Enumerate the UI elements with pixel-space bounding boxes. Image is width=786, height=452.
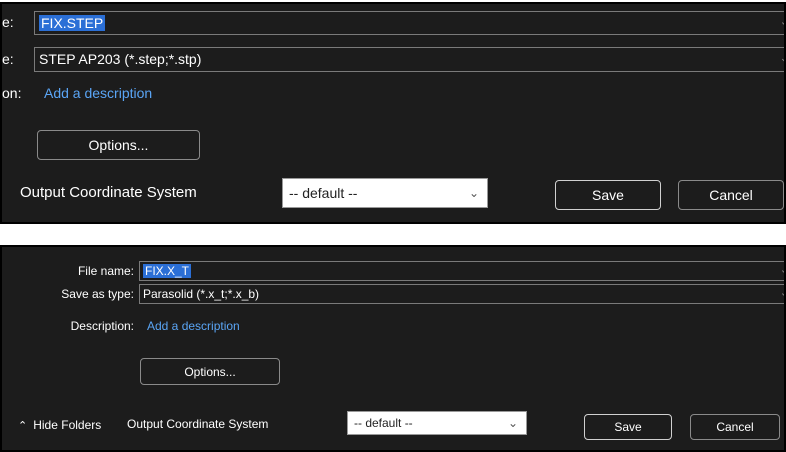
- file-name-value: FIX.STEP: [39, 15, 106, 31]
- save-type-label: Save as type:: [61, 287, 134, 301]
- save-type-value: STEP AP203 (*.step;*.stp): [39, 51, 202, 67]
- chevron-down-icon: ⌄: [468, 186, 479, 200]
- save-button-label: Save: [592, 187, 624, 203]
- coordinate-system-dropdown[interactable]: -- default -- ⌄: [282, 178, 488, 208]
- save-dialog-panel-parasolid: File name: FIX.X_T ⌄ Save as type: Paras…: [0, 245, 786, 452]
- file-name-input[interactable]: FIX.X_T ⌄: [139, 261, 784, 281]
- add-description-link[interactable]: Add a description: [44, 85, 152, 101]
- options-button[interactable]: Options...: [37, 130, 200, 160]
- chevron-down-icon[interactable]: ⌄: [780, 12, 784, 33]
- coordinate-system-value: -- default --: [354, 416, 413, 430]
- output-coordinate-system-label: Output Coordinate System: [127, 417, 269, 431]
- coordinate-system-value: -- default --: [289, 185, 358, 201]
- chevron-down-icon[interactable]: ⌄: [780, 285, 784, 302]
- save-type-value: Parasolid (*.x_t;*.x_b): [143, 287, 260, 301]
- file-name-label: e:: [2, 14, 14, 30]
- output-coordinate-system-label: Output Coordinate System: [20, 184, 197, 201]
- file-name-input[interactable]: FIX.STEP ⌄: [34, 11, 784, 35]
- cancel-button-label: Cancel: [709, 187, 753, 203]
- options-button-label: Options...: [184, 364, 236, 379]
- cancel-button[interactable]: Cancel: [690, 414, 780, 440]
- save-type-label: e:: [2, 51, 14, 67]
- save-dialog-panel-step: e: FIX.STEP ⌄ e: STEP AP203 (*.step;*.st…: [0, 2, 786, 224]
- cancel-button-label: Cancel: [716, 420, 754, 434]
- description-label: on:: [2, 85, 22, 101]
- coordinate-system-dropdown[interactable]: -- default -- ⌄: [347, 411, 527, 435]
- chevron-down-icon[interactable]: ⌄: [780, 48, 784, 70]
- save-type-select[interactable]: Parasolid (*.x_t;*.x_b) ⌄: [139, 284, 784, 304]
- options-button-label: Options...: [88, 137, 149, 153]
- save-button-label: Save: [614, 420, 642, 434]
- save-type-select[interactable]: STEP AP203 (*.step;*.stp) ⌄: [34, 47, 784, 72]
- hide-folders-label: Hide Folders: [33, 418, 102, 432]
- description-label: Description:: [70, 319, 134, 333]
- options-button[interactable]: Options...: [140, 358, 280, 385]
- chevron-down-icon: ⌄: [507, 416, 518, 430]
- save-button[interactable]: Save: [584, 414, 672, 440]
- hide-folders-toggle[interactable]: ⌃ Hide Folders: [18, 415, 101, 435]
- cancel-button[interactable]: Cancel: [678, 180, 784, 210]
- add-description-link[interactable]: Add a description: [147, 319, 240, 333]
- chevron-down-icon[interactable]: ⌄: [780, 262, 784, 279]
- file-name-value: FIX.X_T: [143, 264, 192, 278]
- chevron-up-icon: ⌃: [18, 419, 28, 432]
- save-button[interactable]: Save: [555, 180, 661, 210]
- file-name-label: File name:: [77, 264, 134, 278]
